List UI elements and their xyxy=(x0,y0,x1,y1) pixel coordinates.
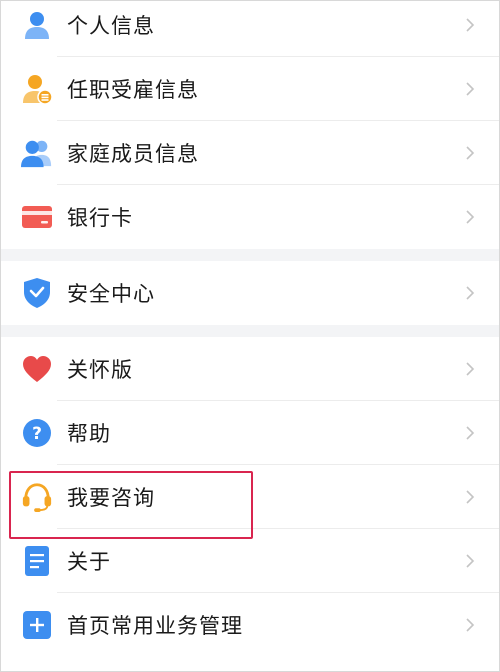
menu-item-employment-info[interactable]: 任职受雇信息 xyxy=(1,57,499,121)
menu-item-label: 安全中心 xyxy=(67,282,155,306)
chevron-right-icon xyxy=(461,144,479,162)
menu-item-label: 关怀版 xyxy=(67,358,133,382)
heart-icon xyxy=(21,353,53,385)
chevron-right-icon xyxy=(461,208,479,226)
menu-item-family-info[interactable]: 家庭成员信息 xyxy=(1,121,499,185)
menu-item-label: 银行卡 xyxy=(67,206,133,230)
plus-box-icon xyxy=(21,609,53,641)
settings-menu: 个人信息 任职受雇信息 家庭成员信息 银行卡 安全中心 关怀版 ? 帮助 我要咨… xyxy=(0,0,500,672)
family-icon xyxy=(21,137,53,169)
menu-item-bank-card[interactable]: 银行卡 xyxy=(1,185,499,249)
menu-group-support: 关怀版 ? 帮助 我要咨询 关于 首页常用业务管理 xyxy=(1,337,499,657)
headset-icon xyxy=(21,481,53,513)
menu-item-about[interactable]: 关于 xyxy=(1,529,499,593)
menu-item-consult[interactable]: 我要咨询 xyxy=(1,465,499,529)
menu-item-care-mode[interactable]: 关怀版 xyxy=(1,337,499,401)
menu-group-security: 安全中心 xyxy=(1,261,499,325)
menu-item-security-center[interactable]: 安全中心 xyxy=(1,261,499,325)
chevron-right-icon xyxy=(461,552,479,570)
chevron-right-icon xyxy=(461,424,479,442)
menu-item-label: 帮助 xyxy=(67,422,111,446)
menu-item-home-shortcuts[interactable]: 首页常用业务管理 xyxy=(1,593,499,657)
section-gap xyxy=(1,325,499,337)
help-question-icon: ? xyxy=(21,417,53,449)
menu-item-personal-info[interactable]: 个人信息 xyxy=(1,1,499,57)
chevron-right-icon xyxy=(461,80,479,98)
shield-icon xyxy=(21,277,53,309)
employee-badge-icon xyxy=(21,73,53,105)
chevron-right-icon xyxy=(461,284,479,302)
menu-item-label: 首页常用业务管理 xyxy=(67,614,243,638)
menu-item-label: 个人信息 xyxy=(67,14,155,38)
chevron-right-icon xyxy=(461,616,479,634)
document-icon xyxy=(21,545,53,577)
menu-item-label: 家庭成员信息 xyxy=(67,142,199,166)
bank-card-icon xyxy=(21,201,53,233)
menu-list: 个人信息 任职受雇信息 家庭成员信息 银行卡 安全中心 关怀版 ? 帮助 我要咨… xyxy=(1,1,499,657)
menu-item-help[interactable]: ? 帮助 xyxy=(1,401,499,465)
chevron-right-icon xyxy=(461,16,479,34)
chevron-right-icon xyxy=(461,360,479,378)
chevron-right-icon xyxy=(461,488,479,506)
menu-item-label: 任职受雇信息 xyxy=(67,78,199,102)
section-gap xyxy=(1,249,499,261)
menu-item-label: 我要咨询 xyxy=(67,486,155,510)
svg-text:?: ? xyxy=(32,424,42,444)
person-icon xyxy=(21,9,53,41)
menu-group-personal: 个人信息 任职受雇信息 家庭成员信息 银行卡 xyxy=(1,1,499,249)
menu-item-label: 关于 xyxy=(67,550,111,574)
